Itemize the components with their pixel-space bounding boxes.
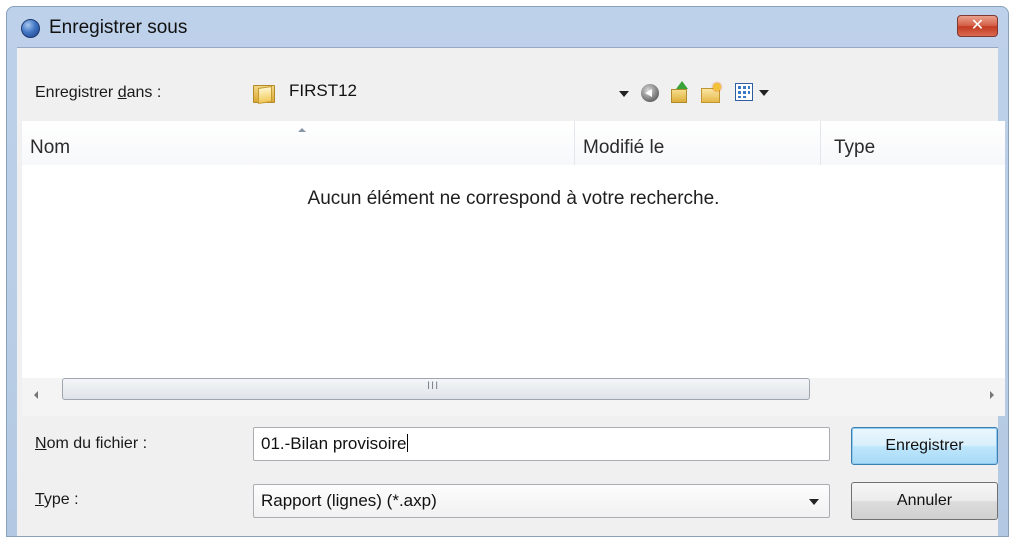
new-folder-icon[interactable] (700, 83, 722, 103)
save-as-dialog: Enregistrer sous ✕ Enregistrer dans : FI… (6, 6, 1009, 537)
location-label-accel: d (117, 84, 127, 101)
title-bar[interactable]: Enregistrer sous ✕ (7, 7, 1008, 47)
filetype-dropdown-arrow-icon[interactable] (809, 499, 819, 505)
views-menu-icon[interactable] (735, 83, 753, 101)
filename-label: Nom du fichier : (35, 435, 147, 453)
dialog-content: Enregistrer dans : FIRST12 Nom Modifié l… (17, 47, 1005, 536)
cancel-button[interactable]: Annuler (851, 482, 998, 520)
empty-list-message: Aucun élément ne correspond à votre rech… (307, 188, 720, 209)
location-label-prefix: Enregistrer (35, 84, 118, 101)
horizontal-scrollbar[interactable]: III (22, 378, 1005, 416)
filename-value: 01.-Bilan provisoire (261, 434, 407, 453)
app-icon (21, 19, 40, 38)
save-button[interactable]: Enregistrer (851, 427, 998, 465)
views-dropdown-arrow-icon[interactable] (759, 90, 769, 96)
filetype-label-accel: T (35, 491, 44, 508)
column-header-type[interactable]: Type (821, 121, 1005, 165)
filetype-select[interactable]: Rapport (lignes) (*.axp) (253, 484, 830, 518)
scroll-left-arrow-icon[interactable] (34, 391, 38, 399)
back-icon[interactable] (641, 84, 659, 102)
scrollbar-thumb[interactable]: III (62, 378, 810, 400)
scroll-right-arrow-icon[interactable] (990, 391, 994, 399)
filename-input[interactable]: 01.-Bilan provisoire (253, 427, 830, 461)
dialog-title: Enregistrer sous (49, 17, 188, 38)
up-folder-icon[interactable] (669, 81, 691, 103)
location-value: FIRST12 (289, 81, 358, 100)
location-label-suffix: ans : (126, 84, 162, 101)
file-list[interactable]: Nom Modifié le Type Aucun élément ne cor… (22, 121, 1005, 416)
location-combo[interactable]: FIRST12 (245, 75, 645, 107)
close-button[interactable]: ✕ (957, 15, 998, 37)
location-label: Enregistrer dans : (35, 84, 161, 102)
folder-icon (253, 83, 275, 104)
filename-label-accel: N (35, 435, 47, 452)
filetype-value: Rapport (lignes) (*.axp) (261, 491, 437, 510)
column-header-modified[interactable]: Modifié le (575, 121, 821, 165)
text-caret (406, 434, 408, 452)
filename-label-rest: om du fichier : (46, 435, 148, 452)
sort-ascending-icon (298, 128, 306, 132)
scrollbar-grip: III (427, 380, 440, 392)
location-dropdown-arrow-icon[interactable] (619, 91, 629, 97)
filetype-label: Type : (35, 491, 79, 509)
filetype-label-rest: ype : (43, 491, 79, 508)
